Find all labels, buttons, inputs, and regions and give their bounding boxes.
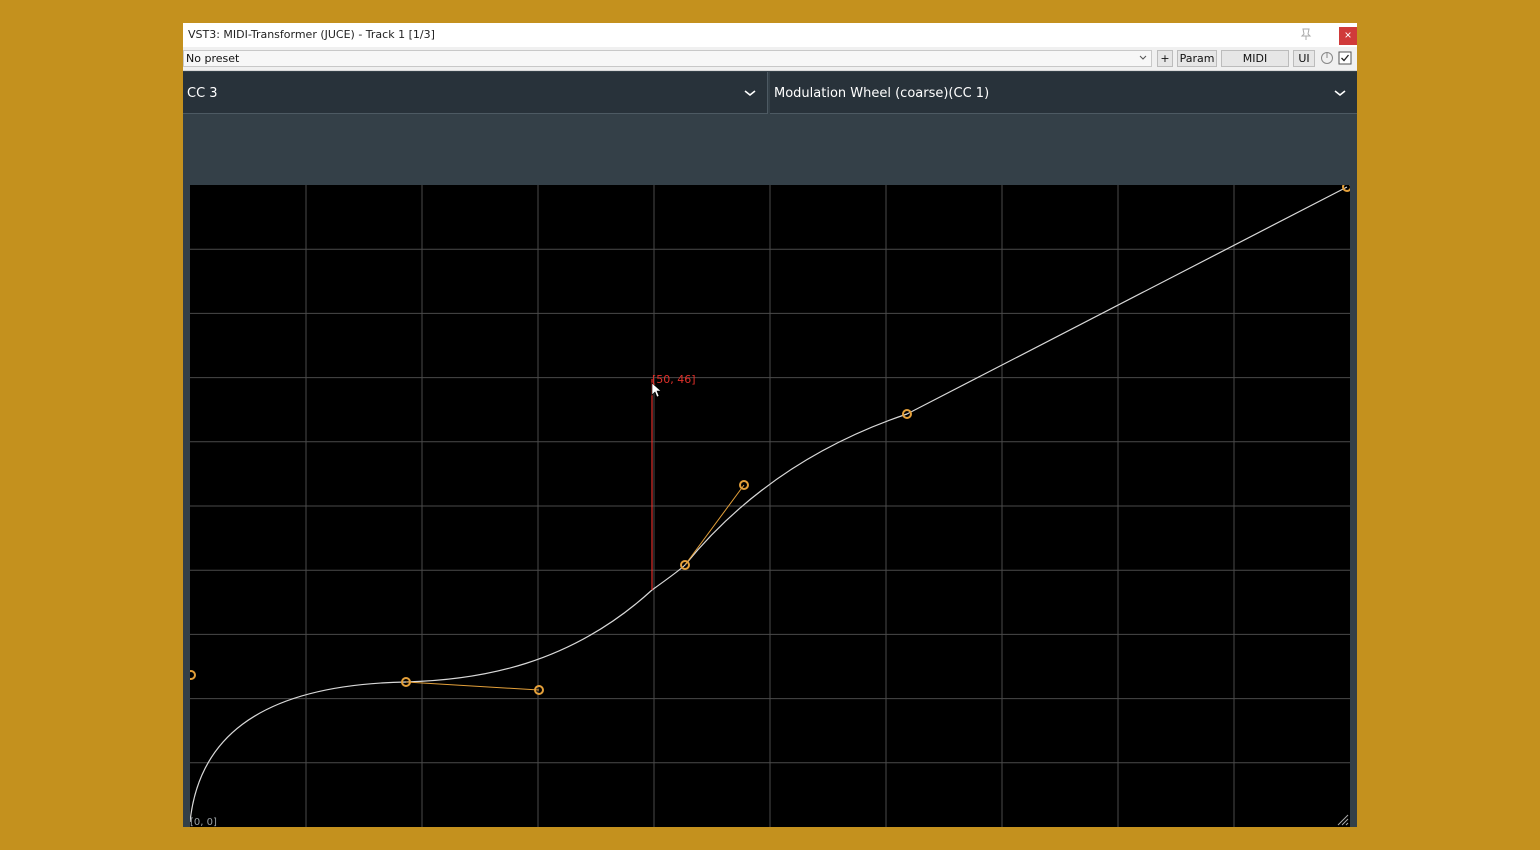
add-preset-button[interactable]: + [1157, 50, 1173, 67]
wet-knob-icon[interactable] [1320, 51, 1334, 65]
pin-icon[interactable] [1299, 27, 1313, 41]
source-cc-label: CC 3 [187, 86, 218, 101]
handle-lines [405, 484, 745, 691]
host-toolbar: No preset + Param MIDI UI [183, 47, 1357, 71]
curve-canvas[interactable] [190, 185, 1350, 827]
chevron-down-icon [1334, 90, 1346, 97]
preset-select[interactable]: No preset [183, 50, 1152, 67]
source-cc-dropdown[interactable]: CC 3 [183, 72, 768, 114]
title-bar: VST3: MIDI-Transformer (JUCE) - Track 1 … [183, 23, 1357, 47]
handle-line [684, 484, 745, 566]
close-button[interactable]: × [1339, 27, 1357, 45]
target-cc-label: Modulation Wheel (coarse)(CC 1) [774, 86, 990, 101]
handle-line [405, 681, 540, 691]
cursor-readout: [50, 46] [652, 373, 696, 386]
window-title: VST3: MIDI-Transformer (JUCE) - Track 1 … [188, 28, 435, 41]
bypass-checkbox-icon[interactable] [1338, 51, 1352, 65]
transfer-curve [190, 186, 1348, 823]
plugin-editor: CC 3 Modulation Wheel (coarse)(CC 1) [50… [183, 71, 1357, 827]
curve-editor[interactable]: [50, 46] [0, 0] [190, 185, 1350, 827]
ui-button[interactable]: UI [1293, 50, 1315, 67]
control-point[interactable] [1342, 185, 1350, 192]
target-cc-dropdown[interactable]: Modulation Wheel (coarse)(CC 1) [770, 72, 1357, 114]
origin-readout: [0, 0] [190, 817, 217, 827]
preset-value: No preset [186, 52, 240, 65]
param-button[interactable]: Param [1177, 50, 1217, 67]
control-point[interactable] [190, 670, 196, 680]
chevron-down-icon [744, 90, 756, 97]
plugin-window: VST3: MIDI-Transformer (JUCE) - Track 1 … [183, 23, 1357, 827]
resize-grip-icon[interactable] [1337, 814, 1349, 826]
grid-lines [190, 185, 1350, 827]
midi-button[interactable]: MIDI [1221, 50, 1289, 67]
chevron-down-icon [1139, 55, 1147, 60]
